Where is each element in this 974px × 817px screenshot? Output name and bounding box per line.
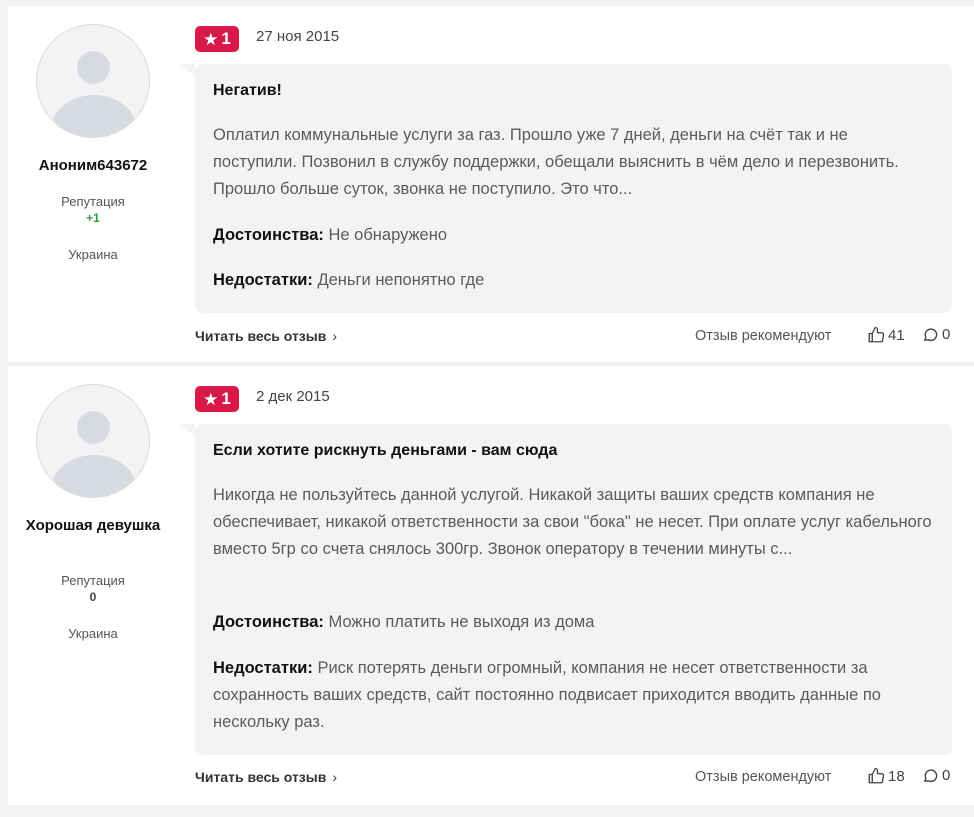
reviews-page: Аноним643672 Репутация +1 Украина ★ 1 27… — [0, 0, 974, 817]
pros-text: Можно платить не выходя из дома — [328, 613, 595, 631]
comment-icon — [922, 326, 939, 343]
chevron-right-icon: › — [332, 328, 337, 344]
review-title[interactable]: Негатив! — [213, 82, 282, 100]
review-card: Хорошая девушка Репутация 0 Украина ★ 1 … — [8, 366, 974, 805]
read-full-review-link[interactable]: Читать весь отзыв › — [195, 328, 337, 344]
rating-badge: ★ 1 — [195, 26, 239, 52]
review-body: Если хотите рискнуть деньгами - вам сюда… — [179, 424, 952, 755]
star-icon: ★ — [203, 389, 219, 409]
like-count: 41 — [888, 326, 905, 344]
cons-text: Деньги непонятно где — [317, 271, 485, 289]
review-footer: Читать весь отзыв › Отзыв рекомендуют 18 … — [195, 767, 955, 788]
review-pros: Достоинства: Можно платить не выходя из … — [213, 609, 938, 636]
comment-count: 0 — [942, 326, 951, 343]
reputation-label: Репутация — [61, 194, 125, 209]
review-text: Оплатил коммунальные услуги за газ. Прош… — [213, 126, 899, 198]
author-name[interactable]: Хорошая девушка — [18, 516, 168, 536]
like-button[interactable]: 41 — [867, 326, 905, 344]
review-title[interactable]: Если хотите рискнуть деньгами - вам сюда — [213, 442, 557, 460]
like-count: 18 — [888, 767, 905, 785]
thumbs-up-icon — [867, 767, 885, 785]
read-full-review-link[interactable]: Читать весь отзыв › — [195, 769, 337, 785]
author-country: Украина — [68, 626, 118, 641]
read-more-label: Читать весь отзыв — [195, 769, 327, 785]
rating-badge: ★ 1 — [195, 386, 239, 412]
author-country: Украина — [68, 247, 118, 262]
rating-value: 1 — [221, 29, 231, 48]
review-date: 27 ноя 2015 — [256, 28, 340, 45]
comment-icon — [922, 767, 939, 784]
thumbs-up-icon — [867, 326, 885, 344]
comments-button[interactable]: 0 — [922, 767, 950, 784]
pros-text: Не обнаружено — [328, 226, 448, 244]
review-footer: Читать весь отзыв › Отзыв рекомендуют 41 … — [195, 326, 955, 347]
avatar-placeholder-icon[interactable] — [36, 24, 150, 138]
cons-label: Недостатки: — [213, 271, 313, 289]
review-cons: Недостатки: Деньги непонятно где — [213, 267, 938, 294]
avatar-placeholder-icon[interactable] — [36, 384, 150, 498]
review-pros: Достоинства: Не обнаружено — [213, 222, 938, 249]
rating-value: 1 — [221, 389, 231, 408]
cons-label: Недостатки: — [213, 659, 313, 677]
review-body: Негатив! Оплатил коммунальные услуги за … — [179, 64, 952, 313]
star-icon: ★ — [203, 29, 219, 49]
review-text: Никогда не пользуйтесь данной услугой. Н… — [213, 486, 932, 558]
recommend-label: Отзыв рекомендуют — [695, 328, 832, 344]
pros-label: Достоинства: — [213, 613, 324, 631]
review-cons: Недостатки: Риск потерять деньги огромны… — [213, 655, 938, 736]
chevron-right-icon: › — [332, 769, 337, 785]
read-more-label: Читать весь отзыв — [195, 328, 327, 344]
comments-button[interactable]: 0 — [922, 326, 950, 343]
comment-count: 0 — [942, 767, 951, 784]
like-button[interactable]: 18 — [867, 767, 905, 785]
author-name[interactable]: Аноним643672 — [18, 156, 168, 176]
reputation-value: 0 — [89, 590, 97, 604]
reputation-label: Репутация — [61, 573, 125, 588]
review-card: Аноним643672 Репутация +1 Украина ★ 1 27… — [8, 6, 974, 362]
cons-text: Риск потерять деньги огромный, компания … — [213, 659, 881, 731]
recommend-label: Отзыв рекомендуют — [695, 769, 832, 785]
review-date: 2 дек 2015 — [256, 388, 330, 405]
reputation-value: +1 — [86, 211, 100, 225]
pros-label: Достоинства: — [213, 226, 324, 244]
